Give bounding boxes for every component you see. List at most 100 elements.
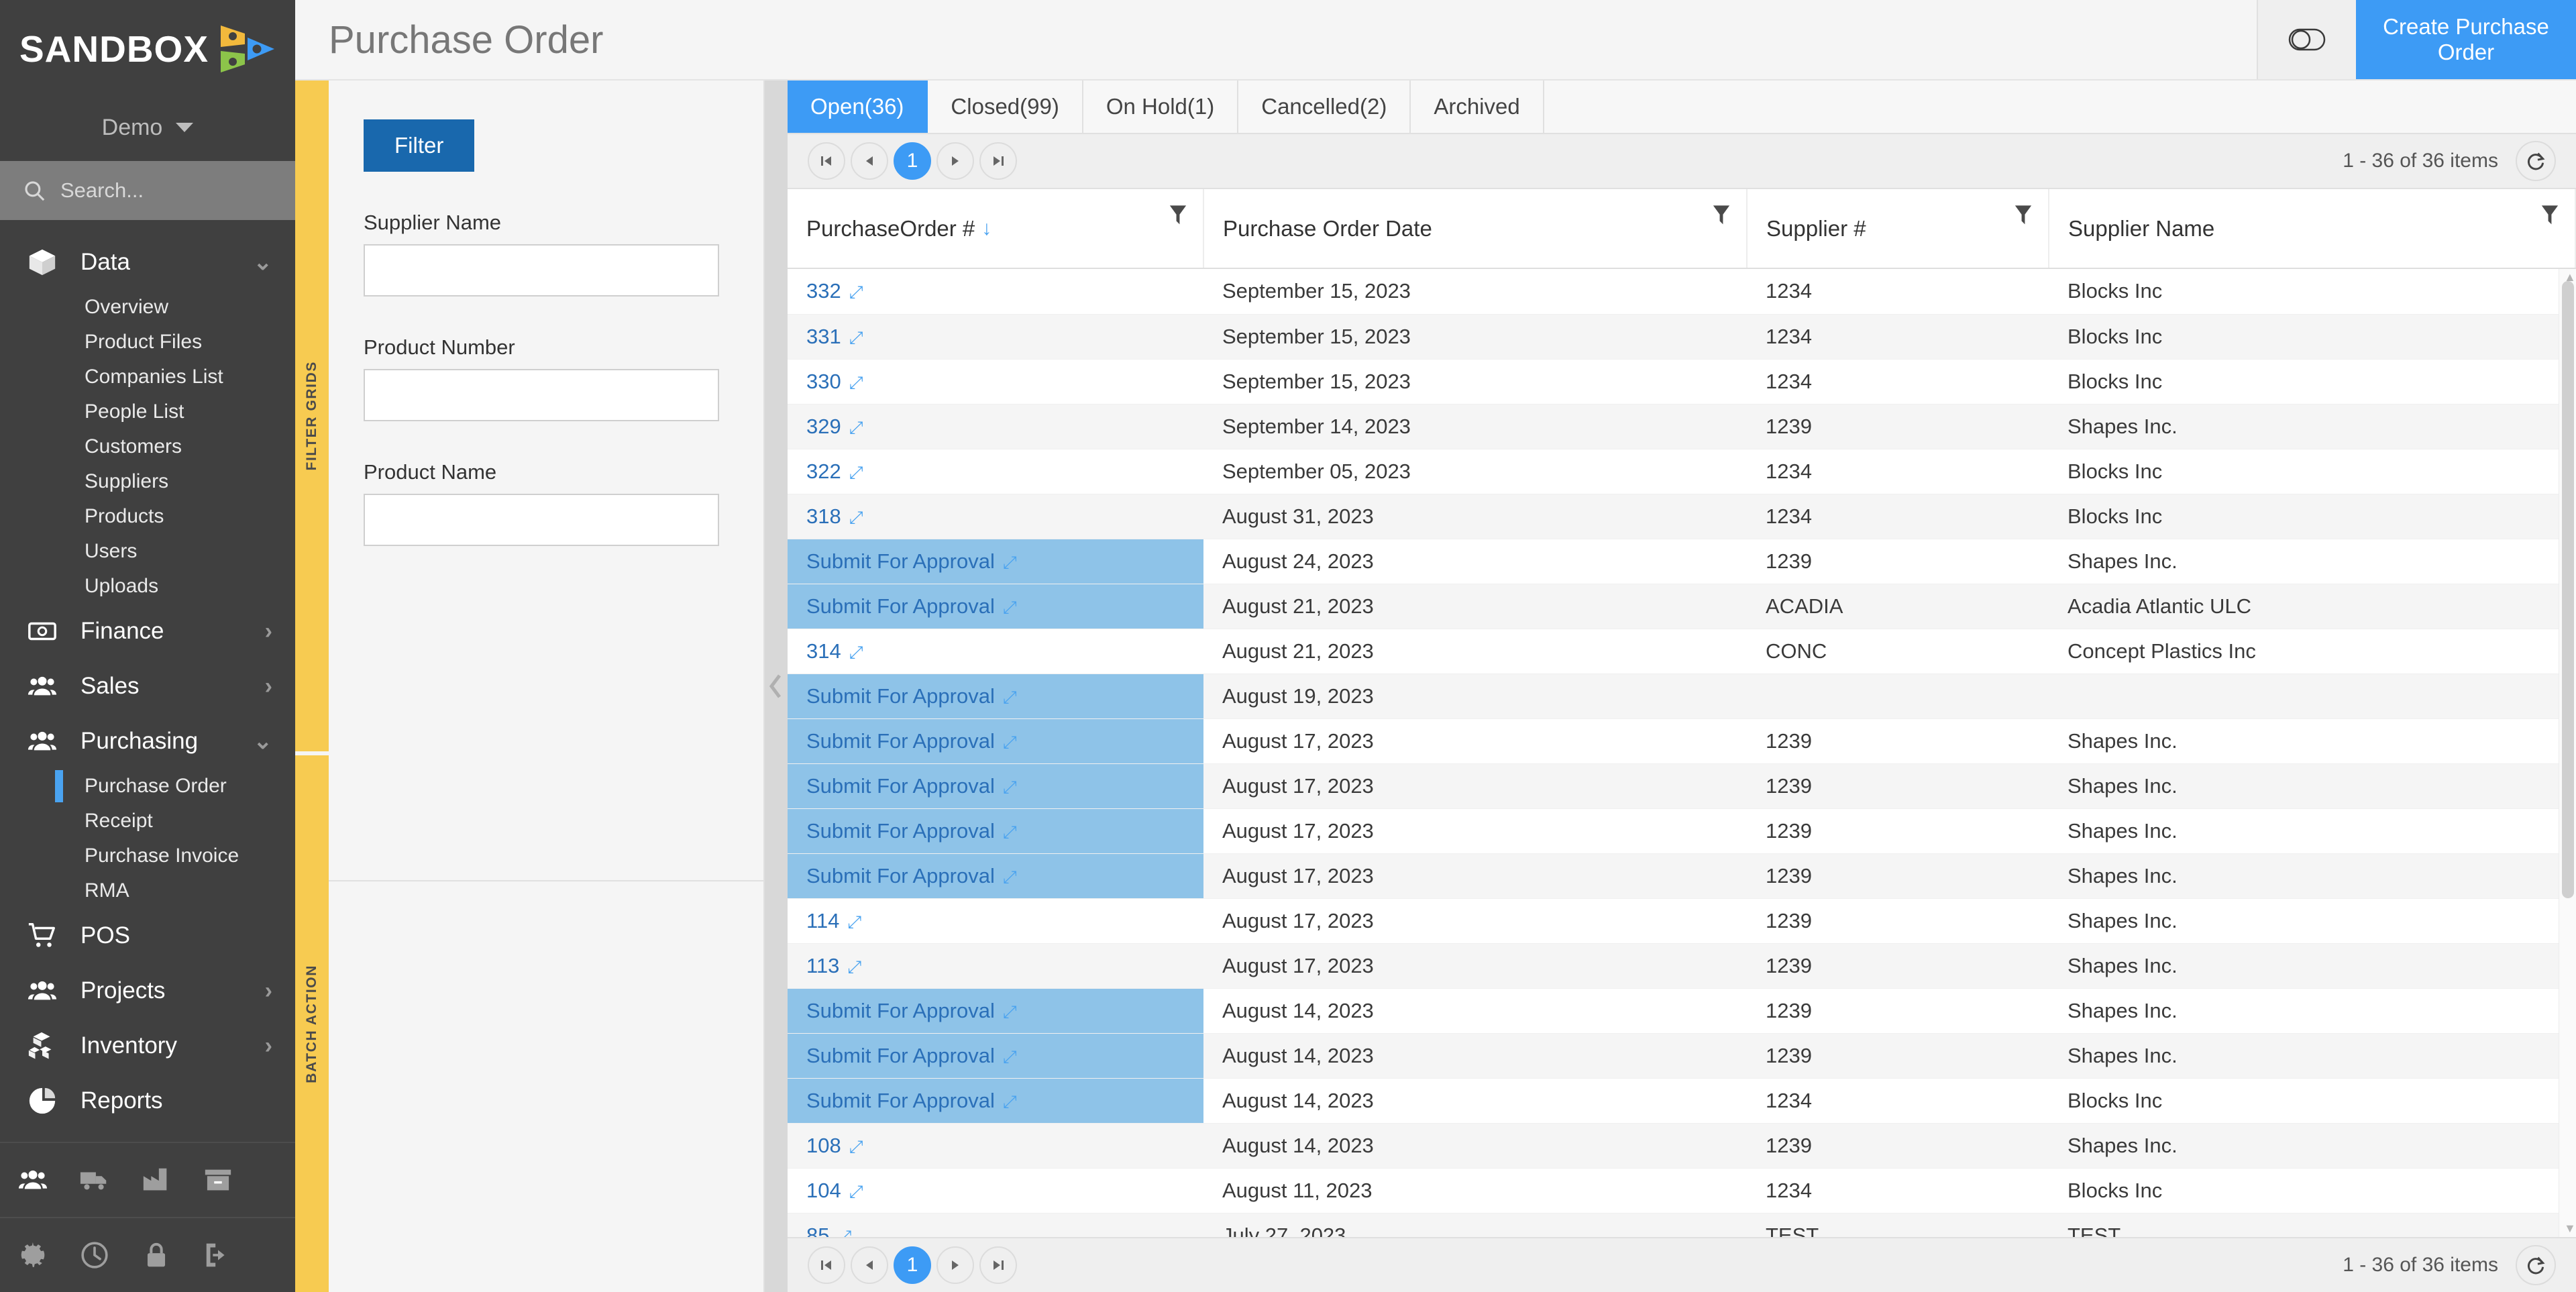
cell-purchase-order-number[interactable]: 113 ⤢ (788, 943, 1203, 989)
expand-arrows-icon[interactable]: ⤢ (1003, 552, 1017, 572)
table-row[interactable]: 114 ⤢ August 17, 2023 1239 Shapes Inc. (788, 898, 2576, 944)
sidebar-item-projects[interactable]: Projects › (0, 963, 295, 1018)
product-name-input[interactable] (364, 494, 719, 546)
sidebar-item-sales[interactable]: Sales › (0, 659, 295, 714)
product-number-input[interactable] (364, 369, 719, 421)
sidebar-item-receipt[interactable]: Receipt (0, 804, 295, 839)
rail-tab-batch-action[interactable]: BATCH ACTION (295, 755, 329, 1292)
purchase-order-link[interactable]: Submit For Approval (806, 774, 995, 798)
cell-purchase-order-number[interactable]: 332 ⤢ (788, 269, 1203, 315)
table-row[interactable]: 108 ⤢ August 14, 2023 1239 Shapes Inc. (788, 1123, 2576, 1169)
table-row[interactable]: Submit For Approval ⤢ August 17, 2023 1239 S… (788, 808, 2576, 854)
cell-purchase-order-number[interactable]: Submit For Approval ⤢ (788, 1078, 1203, 1124)
purchase-order-link[interactable]: 322 (806, 460, 841, 483)
purchase-order-link[interactable]: 329 (806, 415, 841, 438)
view-toggle-button[interactable] (2257, 0, 2356, 79)
sidebar-item-customers[interactable]: Customers (0, 429, 295, 464)
purchase-order-link[interactable]: 85 (806, 1224, 829, 1238)
cell-purchase-order-number[interactable]: Submit For Approval ⤢ (788, 853, 1203, 899)
sidebar-item-suppliers[interactable]: Suppliers (0, 464, 295, 499)
purchase-order-link[interactable]: 318 (806, 504, 841, 528)
tab-archived[interactable]: Archived (1411, 80, 1544, 133)
page-number-button-bottom[interactable]: 1 (894, 1246, 931, 1284)
sidebar-item-inventory[interactable]: Inventory › (0, 1018, 295, 1073)
expand-arrows-icon[interactable]: ⤢ (847, 957, 861, 977)
expand-arrows-icon[interactable]: ⤢ (849, 642, 863, 662)
table-row[interactable]: 113 ⤢ August 17, 2023 1239 Shapes Inc. (788, 943, 2576, 989)
cell-purchase-order-number[interactable]: Submit For Approval ⤢ (788, 539, 1203, 584)
table-row[interactable]: 322 ⤢ September 05, 2023 1234 Blocks Inc (788, 449, 2576, 494)
table-row[interactable]: Submit For Approval ⤢ August 14, 2023 1234 B… (788, 1078, 2576, 1124)
expand-arrows-icon[interactable]: ⤢ (849, 507, 863, 527)
expand-arrows-icon[interactable]: ⤢ (849, 372, 863, 392)
page-number-button[interactable]: 1 (894, 142, 931, 180)
lock-button[interactable] (141, 1240, 172, 1271)
purchase-order-link[interactable]: Submit For Approval (806, 594, 995, 618)
sidebar-item-people-list[interactable]: People List (0, 394, 295, 429)
purchase-order-link[interactable]: 314 (806, 639, 841, 663)
table-row[interactable]: Submit For Approval ⤢ August 19, 2023 (788, 674, 2576, 719)
column-header-purchase-order-date[interactable]: Purchase Order Date (1203, 189, 1748, 269)
purchase-order-link[interactable]: Submit For Approval (806, 549, 995, 573)
purchase-order-link[interactable]: Submit For Approval (806, 819, 995, 843)
expand-arrows-icon[interactable]: ⤢ (1003, 1002, 1017, 1022)
purchase-order-link[interactable]: 331 (806, 325, 841, 348)
cell-purchase-order-number[interactable]: Submit For Approval ⤢ (788, 988, 1203, 1034)
purchase-order-link[interactable]: Submit For Approval (806, 684, 995, 708)
last-page-button[interactable] (979, 142, 1017, 180)
filter-funnel-icon[interactable] (2013, 204, 2033, 227)
table-row[interactable]: 331 ⤢ September 15, 2023 1234 Blocks Inc (788, 314, 2576, 360)
table-row[interactable]: Submit For Approval ⤢ August 14, 2023 1239 S… (788, 1033, 2576, 1079)
refresh-button[interactable] (2516, 141, 2556, 181)
search-input[interactable]: Search... (0, 161, 295, 220)
column-header-supplier[interactable]: Supplier # (1747, 189, 2049, 269)
refresh-button-bottom[interactable] (2516, 1245, 2556, 1285)
sidebar-item-purchase-order[interactable]: Purchase Order (0, 769, 295, 804)
cell-purchase-order-number[interactable]: 108 ⤢ (788, 1123, 1203, 1169)
tenant-selector[interactable]: Demo (0, 94, 295, 161)
expand-arrows-icon[interactable]: ⤢ (849, 282, 863, 302)
sidebar-item-purchasing[interactable]: Purchasing ⌄ (0, 714, 295, 769)
table-row[interactable]: Submit For Approval ⤢ August 21, 2023 ACADI… (788, 584, 2576, 629)
expand-arrows-icon[interactable]: ⤢ (849, 417, 863, 437)
cell-purchase-order-number[interactable]: 330 ⤢ (788, 359, 1203, 405)
tab-on-hold-1[interactable]: On Hold(1) (1083, 80, 1239, 133)
archive-box-button[interactable] (203, 1165, 233, 1195)
filter-funnel-icon[interactable] (1711, 204, 1731, 227)
supplier-name-input[interactable] (364, 244, 719, 297)
sidebar-item-overview[interactable]: Overview (0, 290, 295, 325)
filter-button[interactable]: Filter (364, 119, 475, 172)
sidebar-item-companies-list[interactable]: Companies List (0, 360, 295, 394)
expand-arrows-icon[interactable]: ⤢ (1003, 687, 1017, 707)
sidebar-item-product-files[interactable]: Product Files (0, 325, 295, 360)
logout-button[interactable] (203, 1240, 233, 1271)
expand-arrows-icon[interactable]: ⤢ (849, 462, 863, 482)
table-row[interactable]: Submit For Approval ⤢ August 24, 2023 1239 S… (788, 539, 2576, 584)
cell-purchase-order-number[interactable]: 114 ⤢ (788, 898, 1203, 944)
cell-purchase-order-number[interactable]: Submit For Approval ⤢ (788, 1033, 1203, 1079)
expand-arrows-icon[interactable]: ⤢ (1003, 1046, 1017, 1067)
purchase-order-link[interactable]: 332 (806, 279, 841, 303)
cell-purchase-order-number[interactable]: Submit For Approval ⤢ (788, 718, 1203, 764)
people-button[interactable] (17, 1165, 48, 1195)
expand-arrows-icon[interactable]: ⤢ (1003, 1091, 1017, 1112)
cell-purchase-order-number[interactable]: Submit For Approval ⤢ (788, 584, 1203, 629)
rail-tab-filter-grids[interactable]: FILTER GRIDS (295, 80, 329, 751)
truck-button[interactable] (79, 1165, 110, 1195)
sidebar-item-users[interactable]: Users (0, 534, 295, 569)
sidebar-item-finance[interactable]: Finance › (0, 604, 295, 659)
expand-arrows-icon[interactable]: ⤢ (1003, 732, 1017, 752)
sidebar-item-uploads[interactable]: Uploads (0, 569, 295, 604)
chevron-right-icon[interactable]: › (265, 1033, 272, 1059)
vertical-scrollbar[interactable]: ▲ ▼ (2559, 269, 2576, 1237)
table-row[interactable]: Submit For Approval ⤢ August 17, 2023 1239 S… (788, 763, 2576, 809)
create-purchase-order-button[interactable]: Create Purchase Order (2356, 0, 2576, 79)
table-row[interactable]: 314 ⤢ August 21, 2023 CONC Concept Plastics … (788, 629, 2576, 674)
tab-closed-99[interactable]: Closed(99) (928, 80, 1083, 133)
chevron-right-icon[interactable]: › (265, 978, 272, 1004)
cell-purchase-order-number[interactable]: 314 ⤢ (788, 629, 1203, 674)
table-row[interactable]: 329 ⤢ September 14, 2023 1239 Shapes Inc. (788, 404, 2576, 449)
expand-arrows-icon[interactable]: ⤢ (849, 1181, 863, 1201)
cell-purchase-order-number[interactable]: Submit For Approval ⤢ (788, 763, 1203, 809)
expand-arrows-icon[interactable]: ⤢ (1003, 867, 1017, 887)
